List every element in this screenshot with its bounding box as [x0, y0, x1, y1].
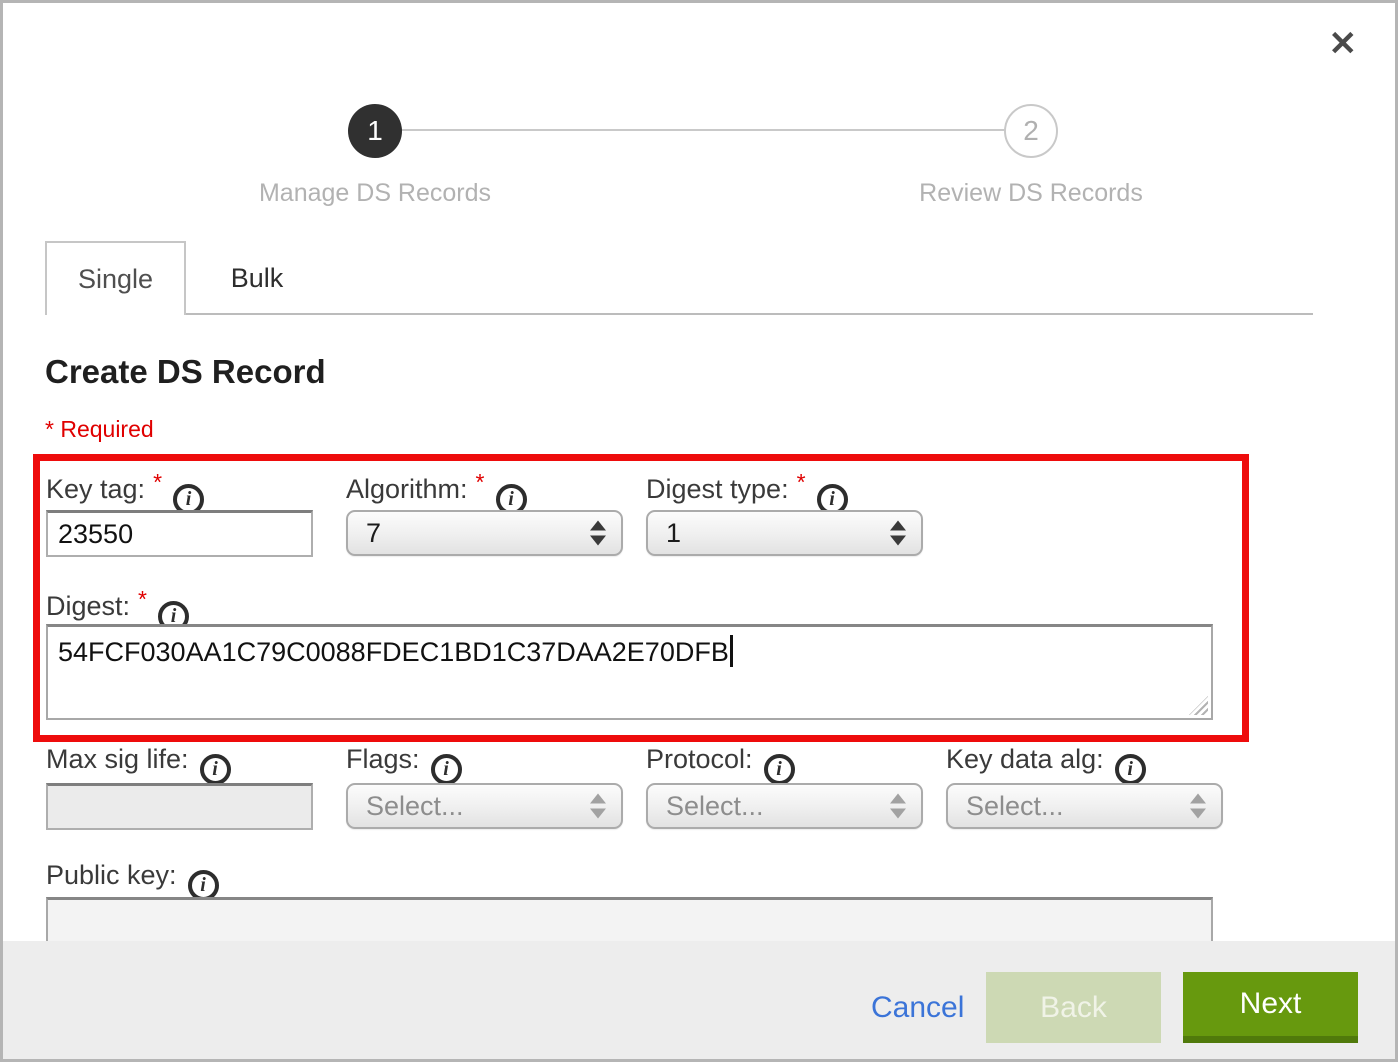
algorithm-label-text: Algorithm: [346, 474, 468, 504]
info-glyph: i [443, 758, 449, 781]
step-2-indicator: 2 [1004, 104, 1058, 158]
select-stepper-icon [590, 521, 606, 546]
info-glyph: i [186, 488, 192, 511]
key-tag-input[interactable] [46, 510, 313, 557]
select-stepper-icon [890, 794, 906, 819]
digest-label-text: Digest: [46, 591, 130, 621]
flags-label: Flags: i [346, 744, 462, 785]
info-glyph: i [1127, 758, 1133, 781]
step-1-indicator: 1 [348, 104, 402, 158]
public-key-label-text: Public key: [46, 860, 177, 890]
text-cursor [730, 635, 733, 667]
next-button-label: Next [1240, 987, 1302, 1021]
protocol-select-value: Select... [666, 791, 764, 822]
resize-grip-icon[interactable] [1189, 696, 1208, 715]
info-glyph: i [200, 874, 206, 897]
back-button[interactable]: Back [986, 972, 1161, 1043]
max-sig-life-label-text: Max sig life: [46, 744, 189, 774]
required-asterisk: * [476, 469, 485, 495]
key-tag-label: Key tag: * i [46, 469, 204, 515]
next-button[interactable]: Next [1183, 972, 1358, 1043]
protocol-select[interactable]: Select... [646, 783, 923, 829]
stepper-connector [397, 129, 1009, 131]
flags-select-value: Select... [366, 791, 464, 822]
select-stepper-icon [590, 794, 606, 819]
algorithm-select[interactable]: 7 [346, 510, 623, 556]
tab-single[interactable]: Single [45, 241, 186, 315]
select-stepper-icon [890, 521, 906, 546]
protocol-label: Protocol: i [646, 744, 795, 785]
max-sig-life-label: Max sig life: i [46, 744, 231, 785]
algorithm-label: Algorithm: * i [346, 469, 527, 515]
back-button-label: Back [1040, 991, 1107, 1025]
flags-select[interactable]: Select... [346, 783, 623, 829]
step-2-number: 2 [1023, 115, 1039, 147]
required-note: * Required [45, 416, 154, 443]
digest-type-select-value: 1 [666, 518, 681, 549]
protocol-label-text: Protocol: [646, 744, 753, 774]
info-icon[interactable]: i [764, 754, 795, 785]
tab-single-label: Single [78, 264, 153, 295]
key-data-alg-label-text: Key data alg: [946, 744, 1104, 774]
digest-value: 54FCF030AA1C79C0088FDEC1BD1C37DAA2E70DFB [58, 637, 729, 667]
select-stepper-icon [1190, 794, 1206, 819]
required-asterisk: * [138, 586, 147, 612]
info-glyph: i [829, 488, 835, 511]
key-data-alg-select-value: Select... [966, 791, 1064, 822]
tab-bulk[interactable]: Bulk [186, 241, 328, 315]
step-2-label: Review DS Records [851, 179, 1211, 208]
info-glyph: i [212, 758, 218, 781]
close-icon[interactable]: ✕ [1329, 27, 1358, 61]
step-1-label: Manage DS Records [195, 179, 555, 208]
key-tag-label-text: Key tag: [46, 474, 145, 504]
step-1-number: 1 [367, 115, 383, 147]
cancel-button[interactable]: Cancel [871, 972, 964, 1043]
required-asterisk: * [797, 469, 806, 495]
tab-bulk-label: Bulk [231, 263, 284, 294]
key-data-alg-label: Key data alg: i [946, 744, 1146, 785]
digest-type-label-text: Digest type: [646, 474, 789, 504]
public-key-label: Public key: i [46, 860, 219, 901]
algorithm-select-value: 7 [366, 518, 381, 549]
required-asterisk: * [153, 469, 162, 495]
digest-type-select[interactable]: 1 [646, 510, 923, 556]
info-icon[interactable]: i [1115, 754, 1146, 785]
info-glyph: i [776, 758, 782, 781]
key-data-alg-select[interactable]: Select... [946, 783, 1223, 829]
digest-textarea[interactable]: 54FCF030AA1C79C0088FDEC1BD1C37DAA2E70DFB [46, 624, 1213, 720]
max-sig-life-input[interactable] [46, 783, 313, 830]
info-icon[interactable]: i [200, 754, 231, 785]
flags-label-text: Flags: [346, 744, 420, 774]
page-title: Create DS Record [45, 353, 326, 391]
info-glyph: i [508, 488, 514, 511]
create-ds-record-dialog: ✕ 1 2 Manage DS Records Review DS Record… [0, 0, 1398, 1062]
digest-type-label: Digest type: * i [646, 469, 848, 515]
dialog-footer: Cancel Back Next [3, 941, 1395, 1059]
info-icon[interactable]: i [431, 754, 462, 785]
